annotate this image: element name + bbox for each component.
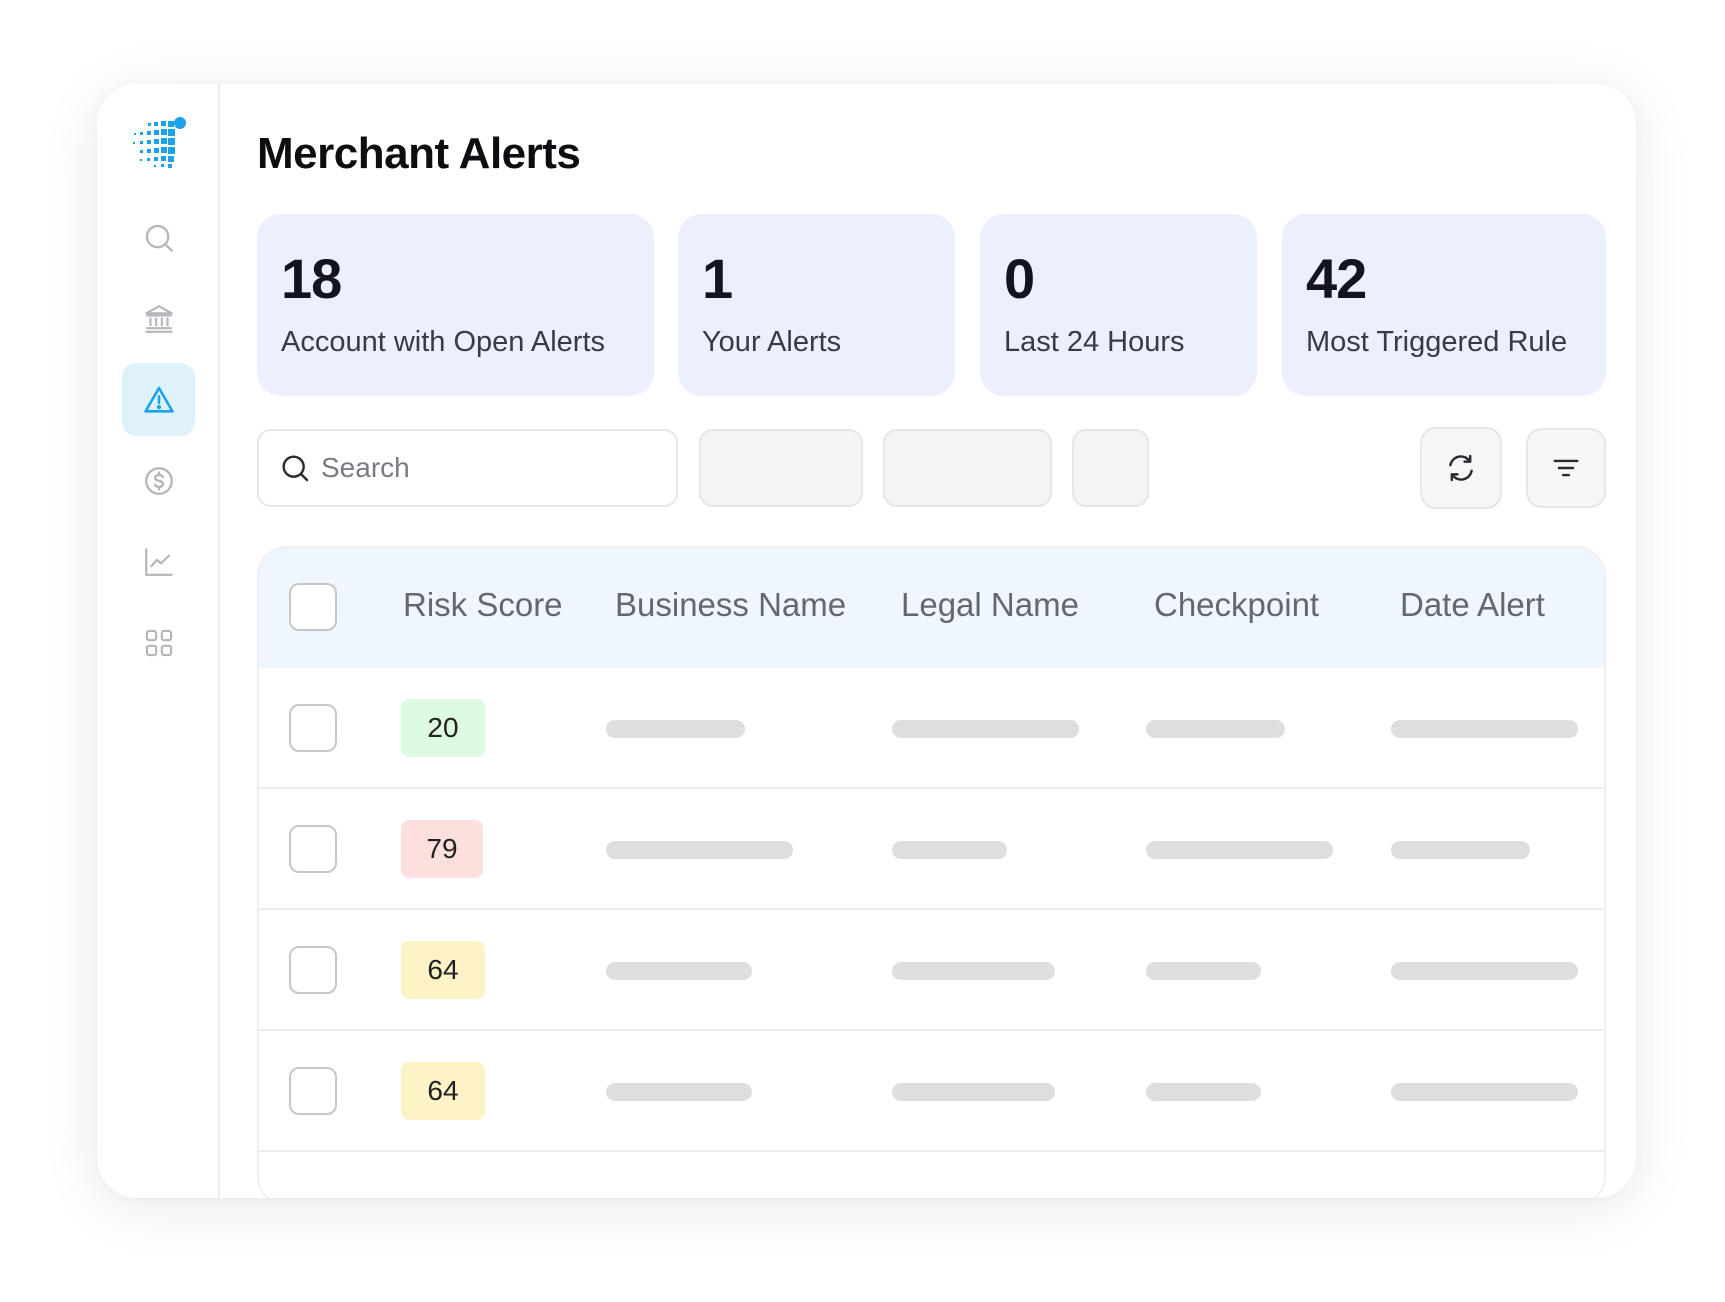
column-header-checkpoint[interactable]: Checkpoint [1154, 586, 1319, 624]
date-alert-placeholder [1391, 962, 1578, 980]
search-icon [282, 455, 309, 482]
stat-label: Your Alerts [702, 326, 842, 358]
date-alert-placeholder [1391, 841, 1530, 859]
column-header-business-name[interactable]: Business Name [615, 586, 846, 624]
risk-score-badge: 20 [401, 699, 485, 757]
stat-label: Last 24 Hours [1004, 326, 1185, 358]
chart-line-icon [144, 547, 173, 576]
stat-value: 1 [702, 247, 733, 310]
bank-icon [144, 304, 173, 333]
table-row[interactable]: 20 [259, 668, 1604, 789]
checkpoint-placeholder [1146, 841, 1333, 859]
legal-name-placeholder [892, 841, 1007, 859]
stat-label: Account with Open Alerts [281, 326, 605, 358]
row-checkbox[interactable] [289, 946, 337, 994]
table-row[interactable]: 64 [259, 910, 1604, 1031]
checkpoint-placeholder [1146, 1083, 1261, 1101]
alert-triangle-icon [143, 386, 174, 413]
table-row[interactable]: 79 [259, 789, 1604, 910]
nav-search[interactable] [122, 201, 195, 274]
table-row[interactable]: 64 [259, 1031, 1604, 1152]
select-all-checkbox[interactable] [289, 583, 337, 631]
row-checkbox[interactable] [289, 704, 337, 752]
sidebar [97, 84, 220, 1198]
legal-name-placeholder [892, 1083, 1055, 1101]
date-alert-placeholder [1391, 720, 1578, 738]
refresh-icon [1449, 454, 1473, 482]
nav-alerts[interactable] [122, 363, 195, 436]
stat-value: 18 [281, 247, 342, 310]
page-title: Merchant Alerts [257, 129, 581, 178]
business-name-placeholder [606, 962, 752, 980]
stat-card-your-alerts[interactable]: 1 Your Alerts [678, 214, 955, 396]
stat-label: Most Triggered Rule [1306, 326, 1568, 358]
stat-value: 42 [1306, 247, 1367, 310]
business-name-placeholder [606, 720, 745, 738]
legal-name-placeholder [892, 962, 1055, 980]
nav-payments[interactable] [122, 444, 195, 517]
risk-score-badge: 64 [401, 1062, 485, 1120]
business-name-placeholder [606, 1083, 752, 1101]
stat-card-open-alerts[interactable]: 18 Account with Open Alerts [257, 214, 654, 396]
alerts-table: Risk Score Business Name Legal Name Chec… [257, 546, 1606, 1198]
brand-logo-mark [133, 117, 186, 168]
brand-logo[interactable] [130, 117, 188, 169]
app-window: Merchant Alerts 18 Account with Open Ale… [97, 84, 1636, 1198]
search-input[interactable] [321, 452, 651, 484]
stat-value: 0 [1004, 247, 1035, 310]
nav-apps[interactable] [122, 606, 195, 679]
stat-card-most-triggered-rule[interactable]: 42 Most Triggered Rule [1282, 214, 1606, 396]
grid-icon [145, 629, 172, 656]
filter-lines-icon [1553, 459, 1579, 477]
search-box[interactable] [257, 429, 678, 507]
stat-card-last-24-hours[interactable]: 0 Last 24 Hours [980, 214, 1257, 396]
search-icon [145, 224, 173, 252]
risk-score-badge: 64 [401, 941, 485, 999]
column-header-risk-score[interactable]: Risk Score [403, 586, 563, 624]
risk-score-badge: 79 [401, 820, 483, 878]
legal-name-placeholder [892, 720, 1079, 738]
row-checkbox[interactable] [289, 1067, 337, 1115]
refresh-button[interactable] [1420, 427, 1502, 509]
filter-dropdown-1[interactable] [699, 429, 863, 507]
filter-dropdown-3[interactable] [1072, 429, 1149, 507]
filter-dropdown-2[interactable] [883, 429, 1052, 507]
nav-analytics[interactable] [122, 525, 195, 598]
filter-button[interactable] [1526, 428, 1606, 508]
column-header-date-alert[interactable]: Date Alert [1400, 586, 1545, 624]
dollar-circle-icon [144, 466, 173, 495]
date-alert-placeholder [1391, 1083, 1578, 1101]
checkpoint-placeholder [1146, 962, 1261, 980]
column-header-legal-name[interactable]: Legal Name [901, 586, 1079, 624]
table-header: Risk Score Business Name Legal Name Chec… [259, 548, 1604, 668]
business-name-placeholder [606, 841, 793, 859]
nav-bank[interactable] [122, 282, 195, 355]
checkpoint-placeholder [1146, 720, 1285, 738]
row-checkbox[interactable] [289, 825, 337, 873]
